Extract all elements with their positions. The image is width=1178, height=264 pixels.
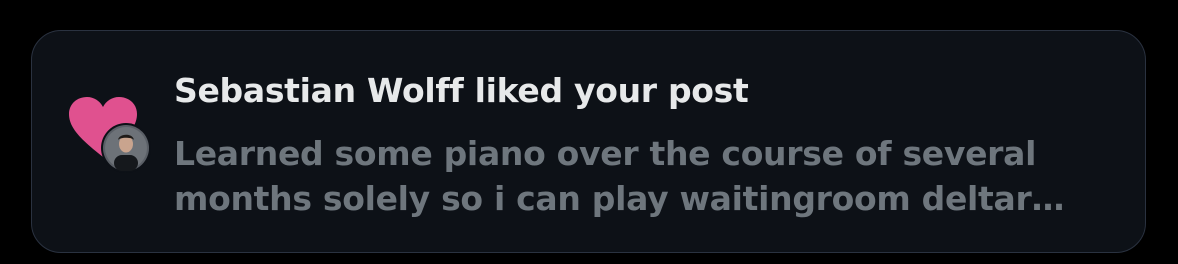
- post-preview[interactable]: Learned some piano over the course of se…: [174, 131, 1094, 221]
- notification-card[interactable]: Sebastian Wolff liked your post Learned …: [31, 30, 1146, 253]
- avatar[interactable]: [101, 123, 151, 173]
- notification-icon-group: [69, 97, 153, 177]
- post-preview-line: Learned some piano over the course of se…: [174, 134, 1037, 173]
- post-preview-line: months solely so i can play waitingroom …: [174, 179, 1065, 218]
- notification-title: Sebastian Wolff liked your post: [174, 71, 749, 110]
